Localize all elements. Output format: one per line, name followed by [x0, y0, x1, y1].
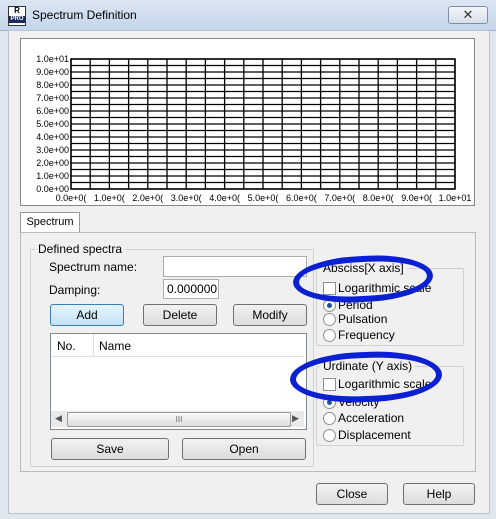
- abscissa-radio-pulsation[interactable]: [323, 313, 336, 326]
- spectrum-name-input[interactable]: [163, 256, 307, 277]
- x-tick-label: 1.0e+01: [439, 193, 472, 203]
- tab-spectrum[interactable]: Spectrum: [20, 212, 80, 233]
- x-tick-label: 3.0e+0(: [171, 193, 202, 203]
- defined-spectra-label: Defined spectra: [35, 242, 126, 256]
- y-tick-label: 7.0e+00: [36, 93, 69, 103]
- damping-label: Damping:: [49, 283, 101, 297]
- modify-button[interactable]: Modify: [233, 304, 307, 326]
- chart-svg: 1.0e+01 9.0e+00 8.0e+00 7.0e+00 6.0e+00 5.0e+…: [36, 54, 472, 203]
- y-tick-label: 3.0e+00: [36, 145, 69, 155]
- app-icon-letter: R: [14, 6, 20, 15]
- list-header: [51, 334, 304, 357]
- delete-button[interactable]: Delete: [143, 304, 217, 326]
- x-tick-label: 9.0e+0(: [401, 193, 432, 203]
- close-button[interactable]: Close: [316, 483, 388, 505]
- x-tick-label: 0.0e+0(: [56, 193, 87, 203]
- x-tick-label: 6.0e+0(: [286, 193, 317, 203]
- save-button[interactable]: Save: [51, 438, 169, 460]
- app-icon-sub: PRO: [9, 16, 25, 23]
- ordinate-option-displacement: Displacement: [338, 428, 411, 442]
- window-title: Spectrum Definition: [32, 8, 137, 22]
- scroll-left-icon[interactable]: ◀: [55, 413, 62, 424]
- abscissa-radio-frequency[interactable]: [323, 329, 336, 342]
- y-tick-label: 4.0e+00: [36, 132, 69, 142]
- abscissa-option-frequency: Frequency: [338, 328, 395, 342]
- ordinate-radio-acceleration[interactable]: [323, 412, 336, 425]
- ordinate-radio-displacement[interactable]: [323, 429, 336, 442]
- app-icon: R PRO: [8, 6, 26, 26]
- y-tick-label: 9.0e+00: [36, 67, 69, 77]
- y-tick-label: 8.0e+00: [36, 80, 69, 90]
- y-tick-label: 6.0e+00: [36, 106, 69, 116]
- y-tick-label: 1.0e+01: [36, 54, 69, 64]
- close-icon[interactable]: ✕: [448, 6, 488, 24]
- y-tick-label: 2.0e+00: [36, 158, 69, 168]
- x-tick-label: 2.0e+0(: [132, 193, 163, 203]
- x-tick-label: 5.0e+0(: [248, 193, 279, 203]
- add-button[interactable]: Add: [50, 304, 124, 326]
- x-tick-label: 7.0e+0(: [324, 193, 355, 203]
- x-tick-label: 8.0e+0(: [363, 193, 394, 203]
- damping-input[interactable]: 0.000000: [163, 279, 219, 299]
- x-tick-label: 4.0e+0(: [209, 193, 240, 203]
- spectrum-name-label: Spectrum name:: [49, 260, 138, 274]
- y-tick-label: 5.0e+00: [36, 119, 69, 129]
- help-button[interactable]: Help: [403, 483, 475, 505]
- col-header-no[interactable]: No.: [57, 339, 76, 353]
- ordinate-option-acceleration: Acceleration: [338, 411, 405, 425]
- col-header-name[interactable]: Name: [99, 339, 131, 353]
- open-button[interactable]: Open: [182, 438, 306, 460]
- x-tick-label: 1.0e+0(: [94, 193, 125, 203]
- scroll-right-icon[interactable]: ▶: [292, 413, 299, 424]
- y-tick-label: 1.0e+00: [36, 171, 69, 181]
- spectrum-chart: 1.0e+01 9.0e+00 8.0e+00 7.0e+00 6.0e+00 5.0e+…: [20, 38, 475, 206]
- col-divider: [93, 334, 94, 356]
- abscissa-option-pulsation: Pulsation: [338, 312, 388, 326]
- scroll-thumb[interactable]: III: [67, 412, 291, 427]
